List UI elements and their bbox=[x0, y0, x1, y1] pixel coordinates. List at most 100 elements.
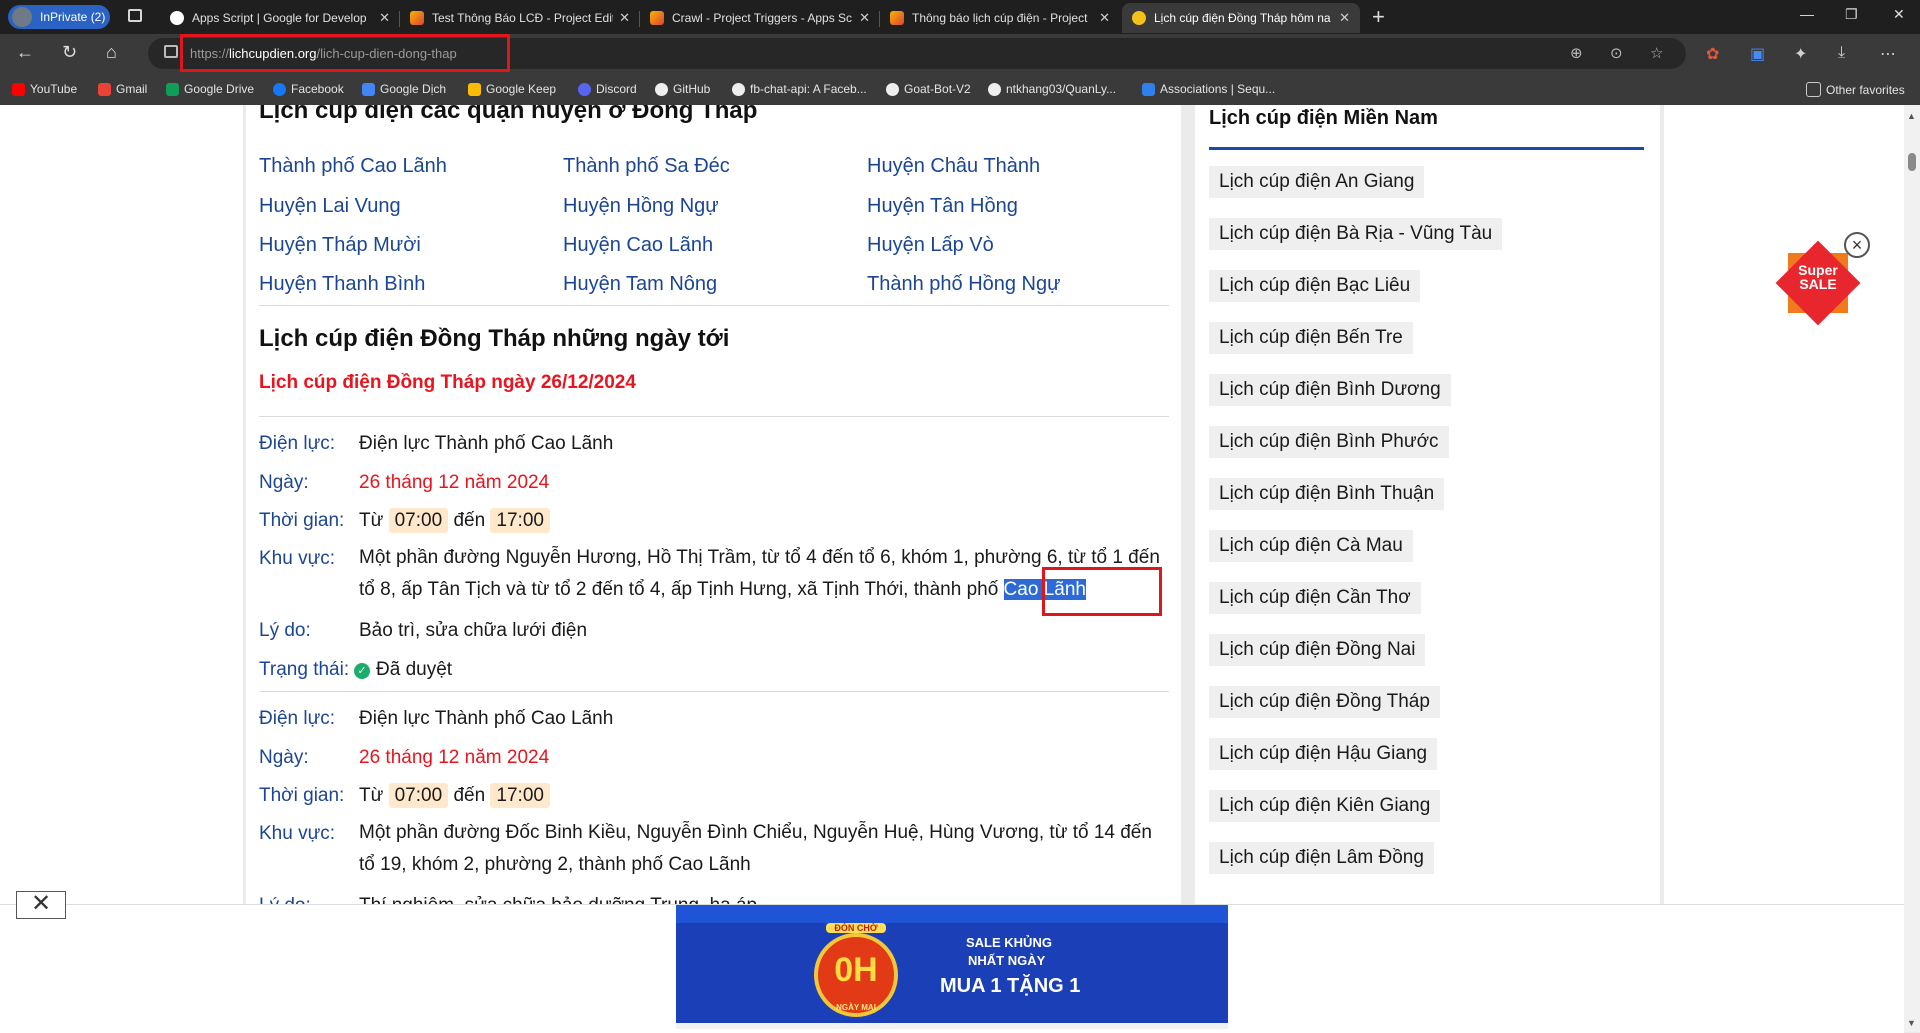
entry-ngay: 26 tháng 12 năm 2024 bbox=[359, 747, 550, 768]
close-tab-icon[interactable]: ✕ bbox=[1099, 10, 1110, 26]
label-dienluc: Điện lực: bbox=[259, 708, 336, 729]
promo-close-icon[interactable]: × bbox=[1844, 232, 1870, 258]
sidebar-item[interactable]: Lịch cúp điện Hậu Giang bbox=[1209, 738, 1438, 770]
district-link[interactable]: Huyện Thanh Bình bbox=[259, 273, 425, 296]
divider bbox=[259, 416, 1169, 417]
sidebar-item[interactable]: Lịch cúp điện Đồng Nai bbox=[1209, 634, 1426, 666]
youtube-icon bbox=[12, 82, 25, 96]
district-link[interactable]: Huyện Châu Thành bbox=[867, 155, 1040, 178]
reading-icon[interactable]: ⊙ bbox=[1610, 44, 1623, 62]
main-content: Lịch cúp điện các quận huyện ở Đồng Tháp… bbox=[246, 105, 1181, 1032]
sidebar-item[interactable]: Lịch cúp điện Bình Dương bbox=[1209, 374, 1451, 406]
label-khuvuc: Khu vực: bbox=[259, 548, 336, 569]
bookmark-discord[interactable]: Discord bbox=[578, 82, 637, 96]
sidebar-item[interactable]: Lịch cúp điện Đồng Tháp bbox=[1209, 686, 1440, 718]
time-start: 07:00 bbox=[388, 508, 449, 533]
tab-thong-bao-project[interactable]: Thông báo lịch cúp điện - Project ✕ bbox=[880, 3, 1120, 33]
district-link[interactable]: Thành phố Cao Lãnh bbox=[259, 155, 447, 178]
scroll-up-icon[interactable]: ▲ bbox=[1907, 111, 1916, 121]
scroll-thumb[interactable] bbox=[1908, 153, 1916, 171]
sidebar-item[interactable]: Lịch cúp điện Bến Tre bbox=[1209, 322, 1413, 354]
ad-sub-text: NGÀY MAI bbox=[836, 1003, 876, 1012]
sidebar-item[interactable]: Lịch cúp điện Lâm Đồng bbox=[1209, 842, 1434, 874]
check-circle-icon: ✓ bbox=[354, 663, 370, 679]
district-link[interactable]: Huyện Cao Lãnh bbox=[563, 234, 713, 257]
close-tab-icon[interactable]: ✕ bbox=[379, 10, 390, 26]
bookmark-youtube[interactable]: YouTube bbox=[12, 82, 77, 96]
keep-icon bbox=[468, 82, 481, 96]
district-link[interactable]: Thành phố Sa Đéc bbox=[563, 155, 730, 178]
zoom-icon[interactable]: ⊕ bbox=[1570, 44, 1583, 62]
close-tab-icon[interactable]: ✕ bbox=[1339, 10, 1350, 26]
bookmark-google-dich[interactable]: Google Dịch bbox=[362, 82, 446, 96]
sidebar-item[interactable]: Lịch cúp điện Cà Mau bbox=[1209, 530, 1413, 562]
bookmark-ntkhang03[interactable]: ntkhang03/QuanLy... bbox=[988, 82, 1116, 96]
minimize-icon[interactable]: — bbox=[1800, 6, 1814, 22]
sidebar-item[interactable]: Lịch cúp điện Bình Thuận bbox=[1209, 478, 1445, 510]
tab-title: Crawl - Project Triggers - Apps Sc bbox=[672, 11, 853, 25]
scrollbar[interactable]: ▲ ▼ bbox=[1904, 105, 1920, 1032]
facebook-icon bbox=[273, 82, 286, 96]
ad-line3: MUA 1 TẶNG 1 bbox=[940, 975, 1081, 997]
bookmark-goat-bot[interactable]: Goat-Bot-V2 bbox=[886, 82, 971, 96]
district-link[interactable]: Huyện Tháp Mười bbox=[259, 234, 421, 257]
bookmark-google-drive[interactable]: Google Drive bbox=[166, 82, 254, 96]
district-link[interactable]: Huyện Tân Hồng bbox=[867, 195, 1018, 218]
new-tab-icon[interactable]: + bbox=[1372, 4, 1385, 30]
tab-test-thong-bao[interactable]: Test Thông Báo LCĐ - Project Edit ✕ bbox=[400, 3, 640, 33]
refresh-icon[interactable]: ↻ bbox=[62, 42, 77, 63]
bookmark-associations[interactable]: Associations | Sequ... bbox=[1142, 82, 1275, 96]
entry-thoigian: Từ 07:00 đến 17:00 bbox=[359, 783, 550, 808]
district-link[interactable]: Huyện Hồng Ngự bbox=[563, 195, 719, 218]
home-icon[interactable]: ⌂ bbox=[106, 42, 117, 63]
inprivate-badge[interactable]: InPrivate (2) bbox=[8, 5, 110, 29]
restore-icon[interactable]: ❐ bbox=[1845, 6, 1858, 23]
bookmark-github[interactable]: GitHub bbox=[655, 82, 710, 96]
tab-apps-script[interactable]: Apps Script | Google for Develop ✕ bbox=[160, 3, 400, 33]
sidebar-item[interactable]: Lịch cúp điện Bình Phước bbox=[1209, 426, 1449, 458]
bookmark-google-keep[interactable]: Google Keep bbox=[468, 82, 556, 96]
label-thoigian: Thời gian: bbox=[259, 785, 345, 806]
sidebar-item[interactable]: Lịch cúp điện Bạc Liêu bbox=[1209, 270, 1421, 302]
close-tab-icon[interactable]: ✕ bbox=[859, 10, 870, 26]
sidebar-item[interactable]: Lịch cúp điện Bà Rịa - Vũng Tàu bbox=[1209, 218, 1503, 250]
close-tab-icon[interactable]: ✕ bbox=[619, 10, 630, 26]
tab-actions-icon[interactable] bbox=[128, 9, 142, 22]
scroll-down-icon[interactable]: ▼ bbox=[1907, 1018, 1916, 1028]
district-link[interactable]: Huyện Lấp Vò bbox=[867, 234, 994, 257]
sidebar-item[interactable]: Lịch cúp điện An Giang bbox=[1209, 166, 1425, 198]
to-label: đến bbox=[453, 785, 486, 806]
district-link[interactable]: Thành phố Hồng Ngự bbox=[867, 273, 1061, 296]
back-icon[interactable]: ← bbox=[16, 42, 34, 63]
district-link[interactable]: Huyện Lai Vung bbox=[259, 195, 401, 218]
sidebar-heading: Lịch cúp điện Miền Nam bbox=[1209, 107, 1438, 129]
bookmark-facebook[interactable]: Facebook bbox=[273, 82, 344, 96]
bookmark-fb-chat-api[interactable]: fb-chat-api: A Faceb... bbox=[732, 82, 867, 96]
github-icon bbox=[732, 82, 745, 96]
more-menu-icon[interactable]: ⋯ bbox=[1880, 44, 1896, 64]
download-icon[interactable]: ⤓ bbox=[1838, 44, 1845, 62]
bookmark-other-favorites[interactable]: Other favorites bbox=[1806, 82, 1905, 97]
favorite-star-icon[interactable]: ☆ bbox=[1650, 44, 1663, 62]
promo-text: Super SALE bbox=[1798, 262, 1838, 292]
sidebar-item[interactable]: Lịch cúp điện Kiên Giang bbox=[1209, 790, 1441, 822]
gmail-icon bbox=[98, 82, 111, 96]
sidebar-item[interactable]: Lịch cúp điện Cần Thơ bbox=[1209, 582, 1421, 614]
divider bbox=[259, 305, 1169, 306]
extension-icon[interactable]: ✿ bbox=[1706, 44, 1719, 64]
apps-script-icon bbox=[650, 11, 664, 25]
translate-icon[interactable]: ▣ bbox=[1750, 44, 1765, 64]
districts-heading: Lịch cúp điện các quận huyện ở Đồng Tháp bbox=[259, 105, 758, 124]
ad-banner[interactable]: ĐÓN CHỜ 0H NGÀY MAI SALE KHỦNG NHẤT NGÀY… bbox=[676, 905, 1228, 1029]
page-viewport: Lịch cúp điện các quận huyện ở Đồng Tháp… bbox=[0, 105, 1904, 1032]
ad-big-text: 0H bbox=[834, 951, 878, 989]
bookmark-gmail[interactable]: Gmail bbox=[98, 82, 147, 96]
ad-line1: SALE KHỦNG bbox=[966, 935, 1052, 950]
tab-lich-cup-dien[interactable]: Lịch cúp điện Đồng Tháp hôm na ✕ bbox=[1122, 3, 1360, 33]
close-window-icon[interactable]: ✕ bbox=[1893, 6, 1905, 23]
extensions-puzzle-icon[interactable]: ✦ bbox=[1794, 44, 1807, 64]
from-label: Từ bbox=[359, 785, 384, 806]
district-link[interactable]: Huyện Tam Nông bbox=[563, 273, 717, 296]
tab-crawl-triggers[interactable]: Crawl - Project Triggers - Apps Sc ✕ bbox=[640, 3, 880, 33]
ad-close-icon[interactable]: ✕ bbox=[16, 891, 66, 919]
